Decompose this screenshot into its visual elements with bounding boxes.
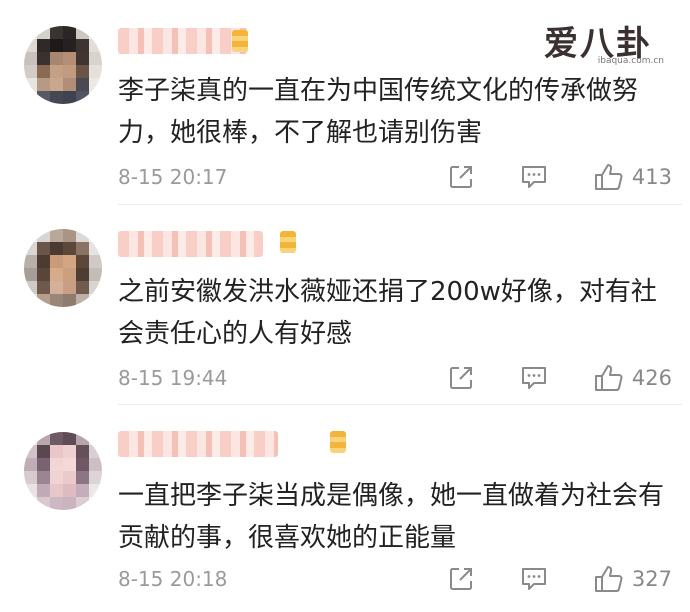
username-blurred[interactable] bbox=[118, 431, 278, 457]
comment-meta: 8-15 20:17 413 bbox=[118, 162, 672, 192]
avatar[interactable] bbox=[24, 229, 102, 307]
comment-icon bbox=[521, 367, 546, 389]
comment-item: 李子柒真的一直在为中国传统文化的传承做努力，她很棒，不了解也请别伤害 8-15 … bbox=[0, 0, 690, 205]
thumbs-up-icon bbox=[594, 164, 623, 190]
comment-time: 8-15 20:18 bbox=[118, 567, 228, 591]
username-blurred[interactable] bbox=[118, 231, 263, 257]
vip-badge-icon bbox=[232, 30, 248, 52]
comment-text: 之前安徽发洪水薇娅还捐了200w好像，对有社会责任心的人有好感 bbox=[118, 277, 657, 349]
like-button[interactable]: 426 bbox=[594, 364, 672, 392]
like-count: 426 bbox=[631, 366, 672, 390]
reply-button[interactable] bbox=[520, 164, 548, 190]
comment-actions: 327 bbox=[402, 565, 672, 593]
comment-item: 之前安徽发洪水薇娅还捐了200w好像，对有社会责任心的人有好感 8-15 19:… bbox=[0, 205, 690, 405]
share-icon bbox=[449, 367, 472, 389]
comment-meta: 8-15 19:44 426 bbox=[118, 363, 672, 393]
share-icon bbox=[449, 166, 472, 188]
comment-icon bbox=[521, 166, 546, 188]
share-button[interactable] bbox=[448, 365, 474, 391]
vip-badge-icon bbox=[330, 431, 346, 453]
like-count: 413 bbox=[631, 165, 672, 189]
comment-meta: 8-15 20:18 327 bbox=[118, 564, 672, 594]
thumbs-up-icon bbox=[594, 365, 623, 391]
comment-text: 一直把李子柒当成是偶像，她一直做着为社会有贡献的事，很喜欢她的正能量 bbox=[118, 481, 665, 553]
comment-text: 李子柒真的一直在为中国传统文化的传承做努力，她很棒，不了解也请别伤害 bbox=[118, 76, 639, 148]
share-button[interactable] bbox=[448, 566, 474, 592]
avatar[interactable] bbox=[24, 26, 102, 104]
comment-actions: 426 bbox=[402, 364, 672, 392]
vip-badge-icon bbox=[280, 231, 296, 253]
reply-button[interactable] bbox=[520, 566, 548, 592]
like-button[interactable]: 327 bbox=[594, 565, 672, 593]
share-icon bbox=[449, 568, 472, 590]
thumbs-up-icon bbox=[594, 566, 623, 592]
comment-actions: 413 bbox=[402, 163, 672, 191]
like-count: 327 bbox=[631, 567, 672, 591]
avatar[interactable] bbox=[24, 432, 102, 510]
reply-button[interactable] bbox=[520, 365, 548, 391]
comment-time: 8-15 19:44 bbox=[118, 366, 228, 390]
like-button[interactable]: 413 bbox=[594, 163, 672, 191]
share-button[interactable] bbox=[448, 164, 474, 190]
username-blurred[interactable] bbox=[118, 28, 248, 54]
comment-time: 8-15 20:17 bbox=[118, 165, 228, 189]
comment-icon bbox=[521, 568, 546, 590]
comment-item: 一直把李子柒当成是偶像，她一直做着为社会有贡献的事，很喜欢她的正能量 8-15 … bbox=[0, 405, 690, 612]
